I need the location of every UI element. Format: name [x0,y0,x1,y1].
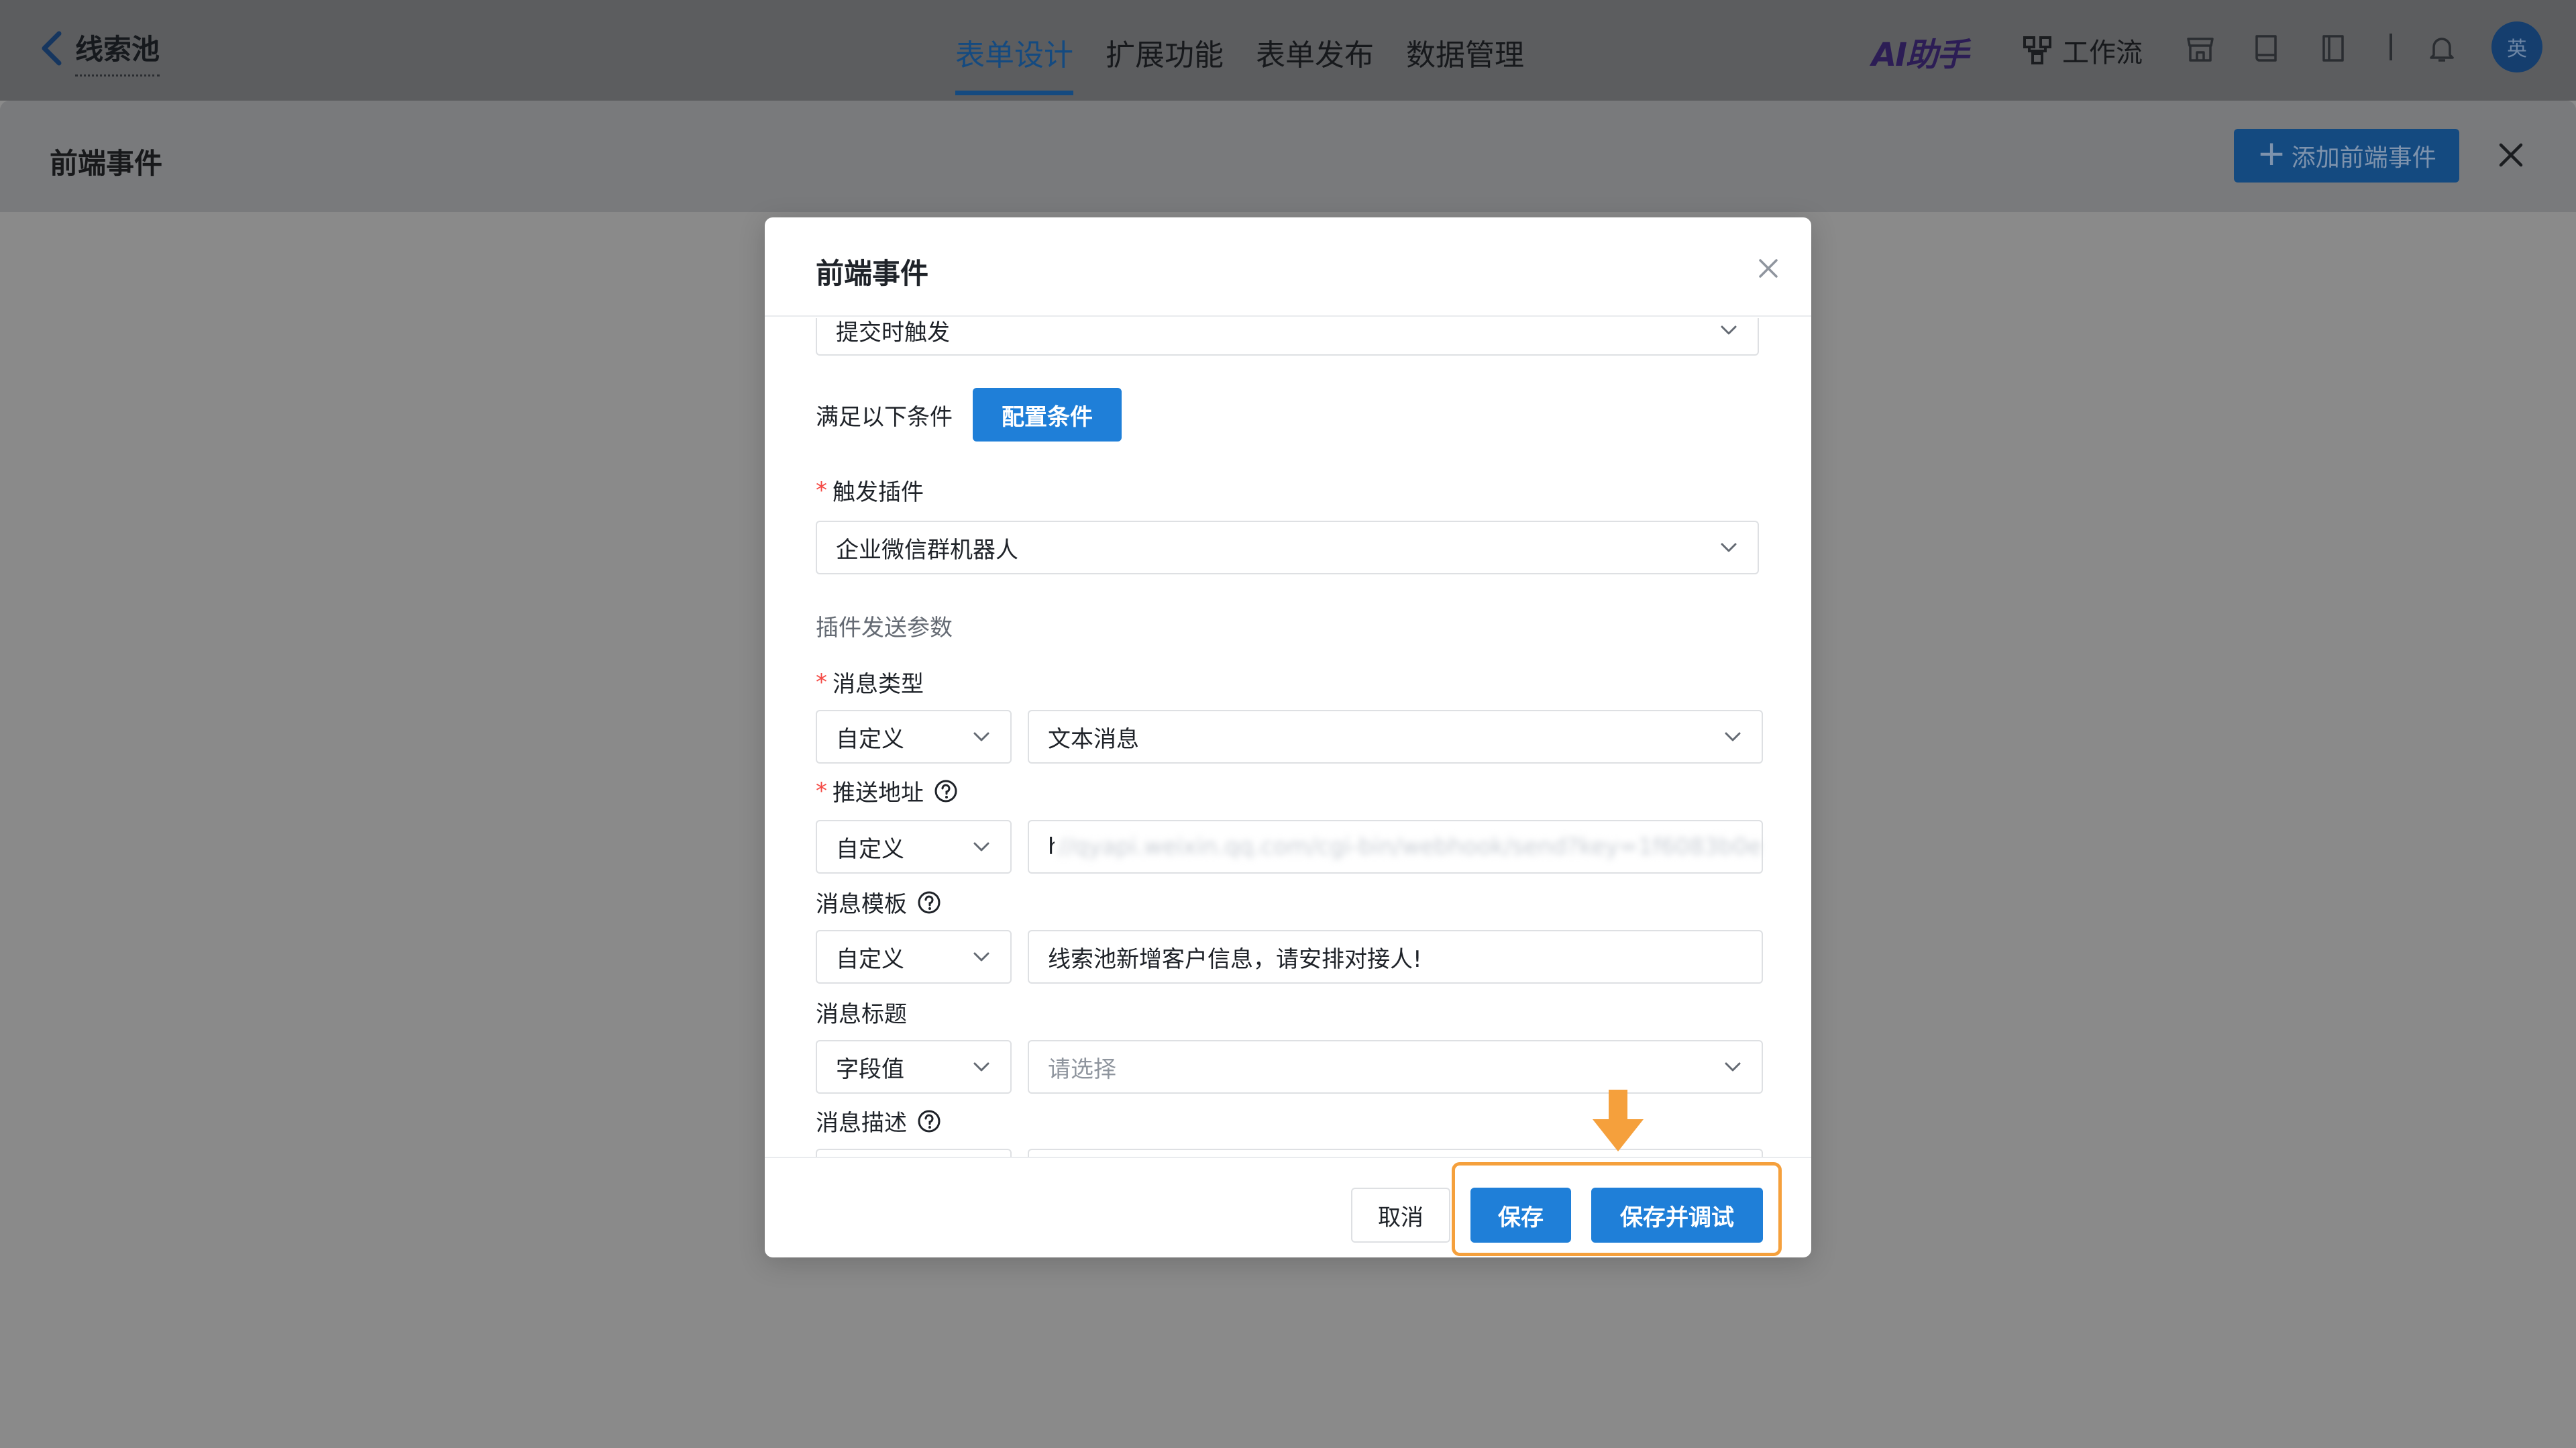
frontend-event-modal: 前端事件 提交时触发 满足以下条件 配置条件 * 触发插件 企业微信群机器人 插… [765,217,1811,1257]
message-template-source-value: 自定义 [836,945,904,973]
tab-form-design[interactable]: 表单设计 [955,0,1073,101]
plugin-label-row: * 触发插件 [816,474,924,507]
plugin-label: 触发插件 [833,479,924,506]
message-type-source-value: 自定义 [836,725,904,753]
chevron-down-icon [973,732,989,741]
modal-header: 前端事件 [765,217,1811,317]
chevron-down-icon [1721,325,1737,335]
push-url-blurred-value: //qyapi.weixin.qq.com/cgi-bin/webhook/se… [1058,833,1762,860]
message-type-label-row: * 消息类型 [816,666,924,699]
message-type-label: 消息类型 [833,671,924,698]
required-mark: * [816,668,827,696]
workflow-label: 工作流 [2062,38,2143,68]
push-url-input[interactable]: https: //qyapi.weixin.qq.com/cgi-bin/web… [1028,820,1763,874]
message-template-label: 消息模板 [816,891,907,918]
push-url-source-value: 自定义 [836,835,904,863]
drawer-close-icon[interactable] [2494,138,2528,172]
add-frontend-event-label: 添加前端事件 [2291,144,2436,172]
message-type-source-select[interactable]: 自定义 [816,710,1012,764]
chevron-down-icon [1725,1062,1741,1072]
trigger-timing-value: 提交时触发 [836,319,950,346]
push-url-label: 推送地址 [833,780,924,807]
plugin-params-label: 插件发送参数 [816,615,953,641]
save-and-debug-button[interactable]: 保存并调试 [1591,1188,1763,1243]
tab-form-publish[interactable]: 表单发布 [1256,0,1374,101]
message-title-placeholder: 请选择 [1048,1055,1116,1083]
drawer-header: 前端事件 + 添加前端事件 [0,101,2576,212]
back-arrow-icon[interactable] [38,30,67,67]
push-url-label-row: * 推送地址 [816,774,959,807]
message-title-source-select[interactable]: 字段值 [816,1040,1012,1094]
message-title-select[interactable]: 请选择 [1028,1040,1763,1094]
message-template-label-row: 消息模板 [816,886,942,919]
plugin-select[interactable]: 企业微信群机器人 [816,521,1759,574]
cancel-button[interactable]: 取消 [1351,1188,1450,1243]
store-icon[interactable] [2184,32,2216,64]
trigger-timing-select[interactable]: 提交时触发 [816,318,1759,356]
drawer-title: 前端事件 [50,147,163,180]
chevron-down-icon [973,952,989,962]
help-icon[interactable] [916,890,942,915]
message-title-label: 消息标题 [816,1001,907,1028]
app-header: 线索池 表单设计 扩展功能 表单发布 数据管理 AI助手 工作流 英 [0,0,2576,101]
add-frontend-event-button[interactable]: + 添加前端事件 [2234,129,2459,183]
workflow-button[interactable]: 工作流 [2022,31,2143,70]
tab-data-management[interactable]: 数据管理 [1406,0,1524,101]
push-url-source-select[interactable]: 自定义 [816,820,1012,874]
bell-icon[interactable] [2426,32,2458,64]
workflow-icon [2023,36,2051,64]
message-type-select[interactable]: 文本消息 [1028,710,1763,764]
message-description-select[interactable] [1028,1149,1763,1157]
message-description-label: 消息描述 [816,1110,907,1137]
book-icon[interactable] [2250,32,2282,64]
required-mark: * [816,777,827,805]
main-nav: 表单设计 扩展功能 表单发布 数据管理 [939,0,1540,101]
message-description-label-row: 消息描述 [816,1104,942,1137]
message-template-source-select[interactable]: 自定义 [816,930,1012,984]
message-description-source-select[interactable] [816,1149,1012,1157]
configure-condition-button[interactable]: 配置条件 [973,388,1122,442]
required-mark: * [816,476,827,504]
message-template-value: 线索池新增客户信息，请安排对接人! [1048,945,1422,973]
help-icon[interactable] [933,778,959,804]
push-url-value: https: [1048,833,1055,860]
modal-close-icon[interactable] [1755,255,1782,282]
message-title-label-row: 消息标题 [816,996,907,1029]
save-button[interactable]: 保存 [1470,1188,1571,1243]
modal-title: 前端事件 [816,257,929,290]
chevron-down-icon [973,1062,989,1072]
chevron-down-icon [1721,543,1737,552]
notebook-icon[interactable] [2317,32,2349,64]
ai-assistant-button[interactable]: AI助手 [1872,28,1969,75]
app-title: 线索池 [75,27,160,76]
message-type-value: 文本消息 [1048,725,1139,753]
modal-footer: 取消 保存 保存并调试 [765,1157,1811,1257]
plus-icon: + [2257,134,2286,174]
condition-label: 满足以下条件 [816,404,953,431]
plugin-value: 企业微信群机器人 [836,536,1018,564]
avatar[interactable]: 英 [2491,21,2542,72]
message-template-input[interactable]: 线索池新增客户信息，请安排对接人! [1028,930,1763,984]
help-icon[interactable] [916,1108,942,1134]
header-divider [2390,34,2392,60]
tab-extensions[interactable]: 扩展功能 [1106,0,1224,101]
modal-body[interactable]: 提交时触发 满足以下条件 配置条件 * 触发插件 企业微信群机器人 插件发送参数… [765,318,1811,1157]
message-title-source-value: 字段值 [836,1055,904,1083]
chevron-down-icon [973,842,989,851]
chevron-down-icon [1725,732,1741,741]
